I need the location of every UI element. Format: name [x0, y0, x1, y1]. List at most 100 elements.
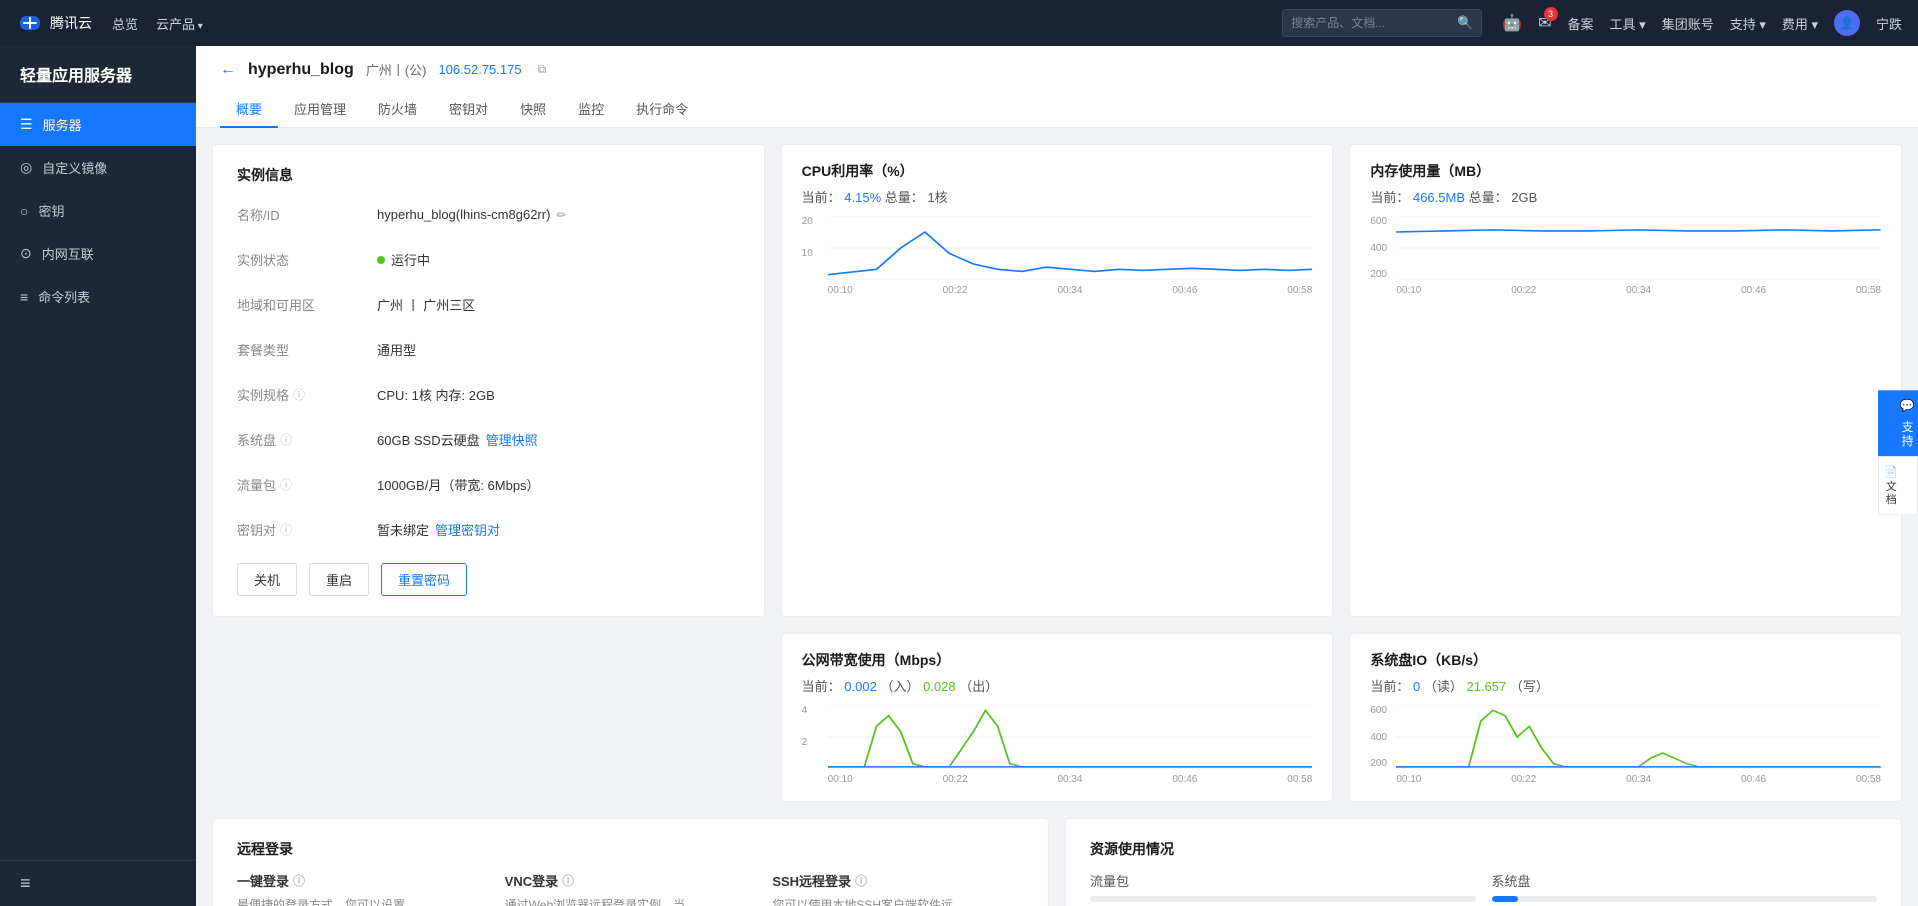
- instance-info-card: 实例信息 名称/ID hyperhu_blog(lhins-cm8g62rr) …: [212, 144, 765, 617]
- search-input[interactable]: [1291, 16, 1457, 30]
- restart-button[interactable]: 重启: [309, 563, 369, 596]
- sidebar-item-network[interactable]: ⊙ 内网互联: [0, 232, 196, 275]
- cpu-chart-inner: [828, 216, 1313, 280]
- value-spec: CPU: 1核 内存: 2GB: [377, 377, 740, 412]
- tab-monitor[interactable]: 监控: [562, 91, 620, 128]
- sidebar-item-keys[interactable]: ○ 密钥: [0, 189, 196, 232]
- tab-firewall[interactable]: 防火墙: [362, 91, 433, 128]
- instance-grid: 名称/ID hyperhu_blog(lhins-cm8g62rr) ✏ 实例状…: [237, 197, 740, 547]
- user-avatar-icon: 👤: [1840, 16, 1855, 30]
- user-avatar[interactable]: 👤: [1834, 10, 1860, 36]
- spacer: [212, 633, 765, 802]
- network-icon: ⊙: [20, 245, 32, 262]
- collapse-icon: ≡: [20, 873, 31, 893]
- label-disk: 系统盘 ⓘ: [237, 422, 377, 457]
- value-keypair: 暂未绑定 管理密钥对: [377, 512, 740, 547]
- resource-usage-title: 资源使用情况: [1090, 839, 1877, 859]
- nav-group[interactable]: 集团账号: [1662, 14, 1714, 33]
- nav-beian[interactable]: 备案: [1568, 14, 1594, 33]
- disk-info-icon[interactable]: ⓘ: [280, 431, 292, 448]
- search-box: 🔍: [1282, 9, 1482, 37]
- tab-command[interactable]: 执行命令: [620, 91, 704, 128]
- value-status: 运行中: [377, 242, 740, 277]
- tab-apps[interactable]: 应用管理: [278, 91, 362, 128]
- remote-method-vnc: VNC登录 ⓘ 通过Web浏览器远程登录实例，当: [505, 871, 757, 906]
- diskio-current: 当前： 0 （读） 21.657 （写）: [1370, 676, 1881, 695]
- sub-header-top: ← hyperhu_blog 广州丨(公) 106.52.75.175 ⧉: [220, 60, 1894, 79]
- nav-fees[interactable]: 费用 ▾: [1782, 14, 1818, 33]
- bandwidth-metric-title: 公网带宽使用（Mbps）: [802, 650, 1313, 670]
- manage-snapshot-link[interactable]: 管理快照: [486, 430, 538, 449]
- method-vnc-info[interactable]: ⓘ: [562, 872, 574, 889]
- bandwidth-in-val: 0.002: [844, 679, 877, 694]
- mem-chart-svg: [1396, 216, 1881, 280]
- logo[interactable]: 腾讯云: [16, 12, 92, 34]
- sidebar-item-images[interactable]: ◎ 自定义镜像: [0, 146, 196, 189]
- keypair-info-icon[interactable]: ⓘ: [280, 521, 292, 538]
- sidebar-item-label: 服务器: [43, 115, 82, 134]
- mem-y-labels: 600 400 200: [1370, 216, 1392, 280]
- images-icon: ◎: [20, 159, 32, 176]
- shutdown-button[interactable]: 关机: [237, 563, 297, 596]
- memory-metric-title: 内存使用量（MB）: [1370, 161, 1881, 181]
- bandwidth-current: 当前： 0.002 （入） 0.028 （出）: [802, 676, 1313, 695]
- tab-keypairs[interactable]: 密钥对: [433, 91, 504, 128]
- mail-icon[interactable]: ✉ 3: [1538, 13, 1551, 33]
- back-button[interactable]: ←: [220, 61, 236, 79]
- second-row: 公网带宽使用（Mbps） 当前： 0.002 （入） 0.028 （出） 4 2: [212, 633, 1902, 802]
- value-region: 广州 丨 广州三区: [377, 287, 740, 322]
- memory-current-val: 466.5MB: [1413, 190, 1465, 205]
- remote-login-card: 远程登录 一键登录 ⓘ 最便捷的登录方式，您可以设置 VNC登录: [212, 818, 1049, 906]
- user-name[interactable]: 宁跌: [1876, 14, 1902, 33]
- edit-name-icon[interactable]: ✏: [556, 208, 566, 222]
- diskio-metric-title: 系统盘IO（KB/s）: [1370, 650, 1881, 670]
- io-chart-inner: [1396, 705, 1881, 769]
- sidebar-collapse[interactable]: ≡: [0, 860, 196, 906]
- doc-float-button[interactable]: 📄 文档: [1878, 456, 1918, 515]
- label-package: 套餐类型: [237, 332, 377, 367]
- sidebar-item-commands[interactable]: ≡ 命令列表: [0, 275, 196, 318]
- cpu-y-labels: 20 10: [802, 216, 824, 280]
- io-y-labels: 600 400 200: [1370, 705, 1392, 769]
- robot-icon[interactable]: 🤖: [1502, 13, 1522, 33]
- bw-x-labels: 00:10 00:22 00:34 00:46 00:58: [828, 774, 1313, 785]
- resource-disk-fill: [1492, 896, 1519, 902]
- mem-chart-inner: [1396, 216, 1881, 280]
- top-nav-links: 总览 云产品: [112, 14, 203, 33]
- traffic-info-icon[interactable]: ⓘ: [280, 476, 292, 493]
- support-label: 支持: [1900, 420, 1914, 448]
- sidebar-item-servers[interactable]: ☰ 服务器: [0, 103, 196, 146]
- resource-disk-bar: [1492, 896, 1878, 902]
- resource-grid: 流量包 0.00MB/1000GB 系统盘 4.00GB/60GB: [1090, 871, 1877, 906]
- commands-icon: ≡: [20, 289, 28, 305]
- nav-support[interactable]: 支持 ▾: [1730, 14, 1766, 33]
- reset-password-button[interactable]: 重置密码: [381, 563, 467, 596]
- nav-overview[interactable]: 总览: [112, 14, 138, 33]
- sidebar-title: 轻量应用服务器: [0, 46, 196, 103]
- method-1click-title: 一键登录 ⓘ: [237, 871, 489, 890]
- support-float-button[interactable]: 💬 支持: [1878, 390, 1918, 456]
- notification-badge: 3: [1544, 7, 1558, 21]
- resource-usage-card: 资源使用情况 流量包 0.00MB/1000GB 系统盘: [1065, 818, 1902, 906]
- method-1click-info[interactable]: ⓘ: [293, 872, 305, 889]
- label-keypair: 密钥对 ⓘ: [237, 512, 377, 547]
- bw-chart-inner: [828, 705, 1313, 769]
- tab-bar: 概要 应用管理 防火墙 密钥对 快照 监控 执行命令: [220, 91, 1894, 127]
- tab-overview[interactable]: 概要: [220, 91, 278, 128]
- copy-ip-icon[interactable]: ⧉: [538, 62, 547, 77]
- cpu-chart-svg: [828, 216, 1313, 280]
- spec-info-icon[interactable]: ⓘ: [293, 386, 305, 403]
- label-name-id: 名称/ID: [237, 197, 377, 232]
- nav-products[interactable]: 云产品: [156, 14, 203, 33]
- search-icon[interactable]: 🔍: [1457, 15, 1473, 31]
- tab-snapshots[interactable]: 快照: [504, 91, 562, 128]
- server-ip: 106.52.75.175: [438, 62, 521, 77]
- method-ssh-info[interactable]: ⓘ: [855, 872, 867, 889]
- resource-traffic-bar: [1090, 896, 1476, 902]
- remote-login-title: 远程登录: [237, 839, 1024, 859]
- cpu-metric-card: CPU利用率（%） 当前： 4.15% 总量： 1核 20 10: [781, 144, 1334, 617]
- logo-text: 腾讯云: [50, 13, 92, 33]
- nav-tools[interactable]: 工具 ▾: [1610, 14, 1646, 33]
- top-row: 实例信息 名称/ID hyperhu_blog(lhins-cm8g62rr) …: [212, 144, 1902, 617]
- manage-keypair-link[interactable]: 管理密钥对: [435, 520, 500, 539]
